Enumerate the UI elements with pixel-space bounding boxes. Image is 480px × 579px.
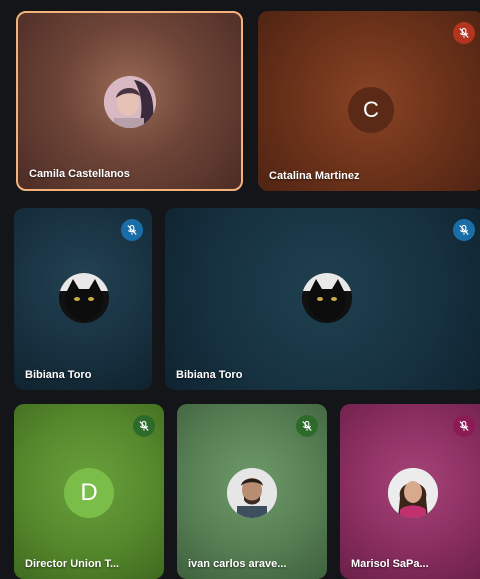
participant-tile-director[interactable]: D Director Union T... <box>14 404 164 579</box>
avatar-initial: C <box>363 97 379 122</box>
avatar <box>104 76 156 128</box>
participant-name: Director Union T... <box>25 558 120 570</box>
avatar <box>388 468 438 518</box>
avatar <box>227 468 277 518</box>
avatar <box>59 273 109 323</box>
participant-name: Catalina Martinez <box>269 170 360 182</box>
participant-tile-bibiana-2[interactable]: Bibiana Toro <box>165 208 480 390</box>
avatar: D <box>64 468 114 518</box>
mic-off-icon <box>453 219 475 241</box>
participant-tile-catalina[interactable]: C Catalina Martinez <box>258 11 480 191</box>
mic-off-icon <box>121 219 143 241</box>
participant-tile-ivan[interactable]: ivan carlos arave... <box>177 404 327 579</box>
participant-name: Marisol SaPa... <box>351 558 429 570</box>
participant-tile-marisol[interactable]: Marisol SaPa... <box>340 404 480 579</box>
mic-off-icon <box>453 415 475 437</box>
mic-off-icon <box>133 415 155 437</box>
mic-off-icon <box>296 415 318 437</box>
participant-tile-bibiana-1[interactable]: Bibiana Toro <box>14 208 152 390</box>
participant-name: ivan carlos arave... <box>188 558 287 570</box>
participant-tile-camila[interactable]: Camila Castellanos <box>16 11 243 191</box>
avatar <box>302 273 352 323</box>
avatar: C <box>348 87 394 133</box>
mic-off-icon <box>453 22 475 44</box>
participant-name: Bibiana Toro <box>176 369 243 381</box>
participant-name: Bibiana Toro <box>25 369 92 381</box>
participant-name: Camila Castellanos <box>29 168 130 180</box>
avatar-initial: D <box>80 479 98 506</box>
